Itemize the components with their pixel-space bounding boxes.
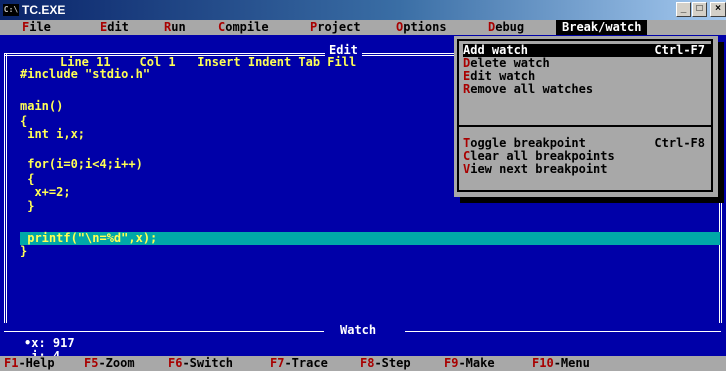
menu-file[interactable]: File — [16, 20, 57, 35]
menu-options[interactable]: Options — [390, 20, 453, 35]
tc-window: C:\ TC.EXE _ □ × File Edit Run Compile P… — [0, 0, 726, 371]
window-title: TC.EXE — [22, 3, 66, 17]
edit-frame-left — [4, 53, 7, 323]
minimize-button[interactable]: _ — [676, 2, 691, 17]
f6-switch-key[interactable]: F6-Switch — [168, 356, 233, 371]
menu-debug[interactable]: Debug — [482, 20, 530, 35]
edit-frame-right — [719, 53, 722, 323]
watch-window-title: Watch — [340, 323, 377, 337]
maximize-button[interactable]: □ — [692, 2, 707, 17]
dos-screen: File Edit Run Compile Project Options De… — [0, 20, 726, 371]
menu-edit[interactable]: Edit — [94, 20, 135, 35]
watch-divider-right — [405, 331, 721, 332]
menu-break-watch[interactable]: Break/watch — [556, 20, 648, 35]
f1-help-key[interactable]: F1-Help — [4, 356, 55, 371]
f7-trace-key[interactable]: F7-Trace — [270, 356, 328, 371]
code-line[interactable]: } — [20, 245, 27, 258]
menu-item-view-next-breakpoint[interactable]: View next breakpoint — [463, 163, 711, 176]
code-line[interactable]: main() — [20, 100, 63, 113]
code-line-current[interactable]: printf("\n=%d",x); — [20, 232, 157, 245]
close-button[interactable]: × — [710, 2, 726, 17]
dos-prompt-icon[interactable]: C:\ — [3, 4, 19, 16]
title-bar[interactable]: C:\ TC.EXE _ □ × — [0, 0, 726, 20]
menu-item-remove-all-watches[interactable]: Remove all watches — [463, 83, 711, 96]
menu-separator — [459, 125, 711, 127]
code-line[interactable]: } — [20, 200, 34, 213]
status-bar: F1-Help F5-Zoom F6-Switch F7-Trace F8-St… — [0, 356, 726, 371]
f5-zoom-key[interactable]: F5-Zoom — [84, 356, 135, 371]
watch-divider-left — [4, 331, 324, 332]
dropdown-border: Add watch Ctrl-F7 Delete watch Edit watch… — [457, 39, 713, 192]
f9-make-key[interactable]: F9-Make — [444, 356, 495, 371]
menu-run[interactable]: Run — [158, 20, 192, 35]
menu-bar: File Edit Run Compile Project Options De… — [0, 20, 726, 35]
code-line[interactable]: #include "stdio.h" — [20, 68, 150, 81]
break-watch-dropdown: Add watch Ctrl-F7 Delete watch Edit watch… — [454, 36, 718, 197]
f8-step-key[interactable]: F8-Step — [360, 356, 411, 371]
menu-project[interactable]: Project — [304, 20, 367, 35]
code-line[interactable]: x+=2; — [20, 186, 70, 199]
f10-menu-key[interactable]: F10-Menu — [532, 356, 590, 371]
code-line[interactable]: for(i=0;i<4;i++) — [20, 158, 143, 171]
menu-compile[interactable]: Compile — [212, 20, 275, 35]
code-line[interactable]: int i,x; — [20, 128, 85, 141]
